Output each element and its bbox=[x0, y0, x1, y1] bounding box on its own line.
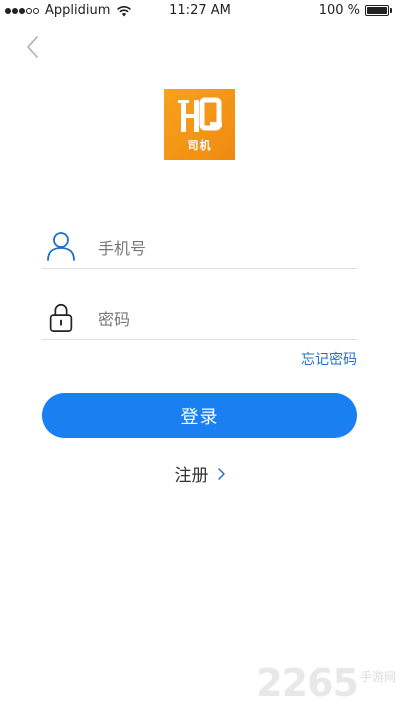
phone-field bbox=[42, 228, 357, 269]
back-button[interactable] bbox=[22, 34, 44, 60]
status-right: 100 % bbox=[319, 3, 392, 18]
chevron-left-icon bbox=[27, 36, 38, 58]
battery-tip bbox=[390, 8, 392, 13]
app-logo: 司机 bbox=[164, 89, 235, 160]
phone-input[interactable] bbox=[96, 234, 350, 262]
battery-icon bbox=[365, 5, 389, 16]
chevron-right-icon bbox=[217, 467, 225, 480]
battery-fill bbox=[367, 7, 387, 14]
watermark-number: 2265 bbox=[256, 661, 359, 705]
watermark-sub: 手游网 bbox=[359, 669, 396, 684]
battery-percentage: 100 % bbox=[318, 3, 360, 18]
login-button[interactable]: 登录 bbox=[42, 393, 357, 438]
password-field bbox=[42, 299, 357, 340]
register-link[interactable]: 注册 bbox=[0, 461, 400, 486]
forgot-password-link[interactable]: 忘记密码 bbox=[301, 349, 357, 369]
logo-text: 司机 bbox=[187, 139, 212, 152]
lock-icon bbox=[49, 304, 73, 332]
password-input[interactable] bbox=[96, 305, 350, 333]
status-bar: Applidium 11:27 AM 100 % bbox=[0, 0, 400, 22]
register-label: 注册 bbox=[174, 466, 209, 486]
watermark-logo: 2265 手游网 bbox=[256, 661, 396, 705]
user-icon bbox=[47, 232, 75, 261]
